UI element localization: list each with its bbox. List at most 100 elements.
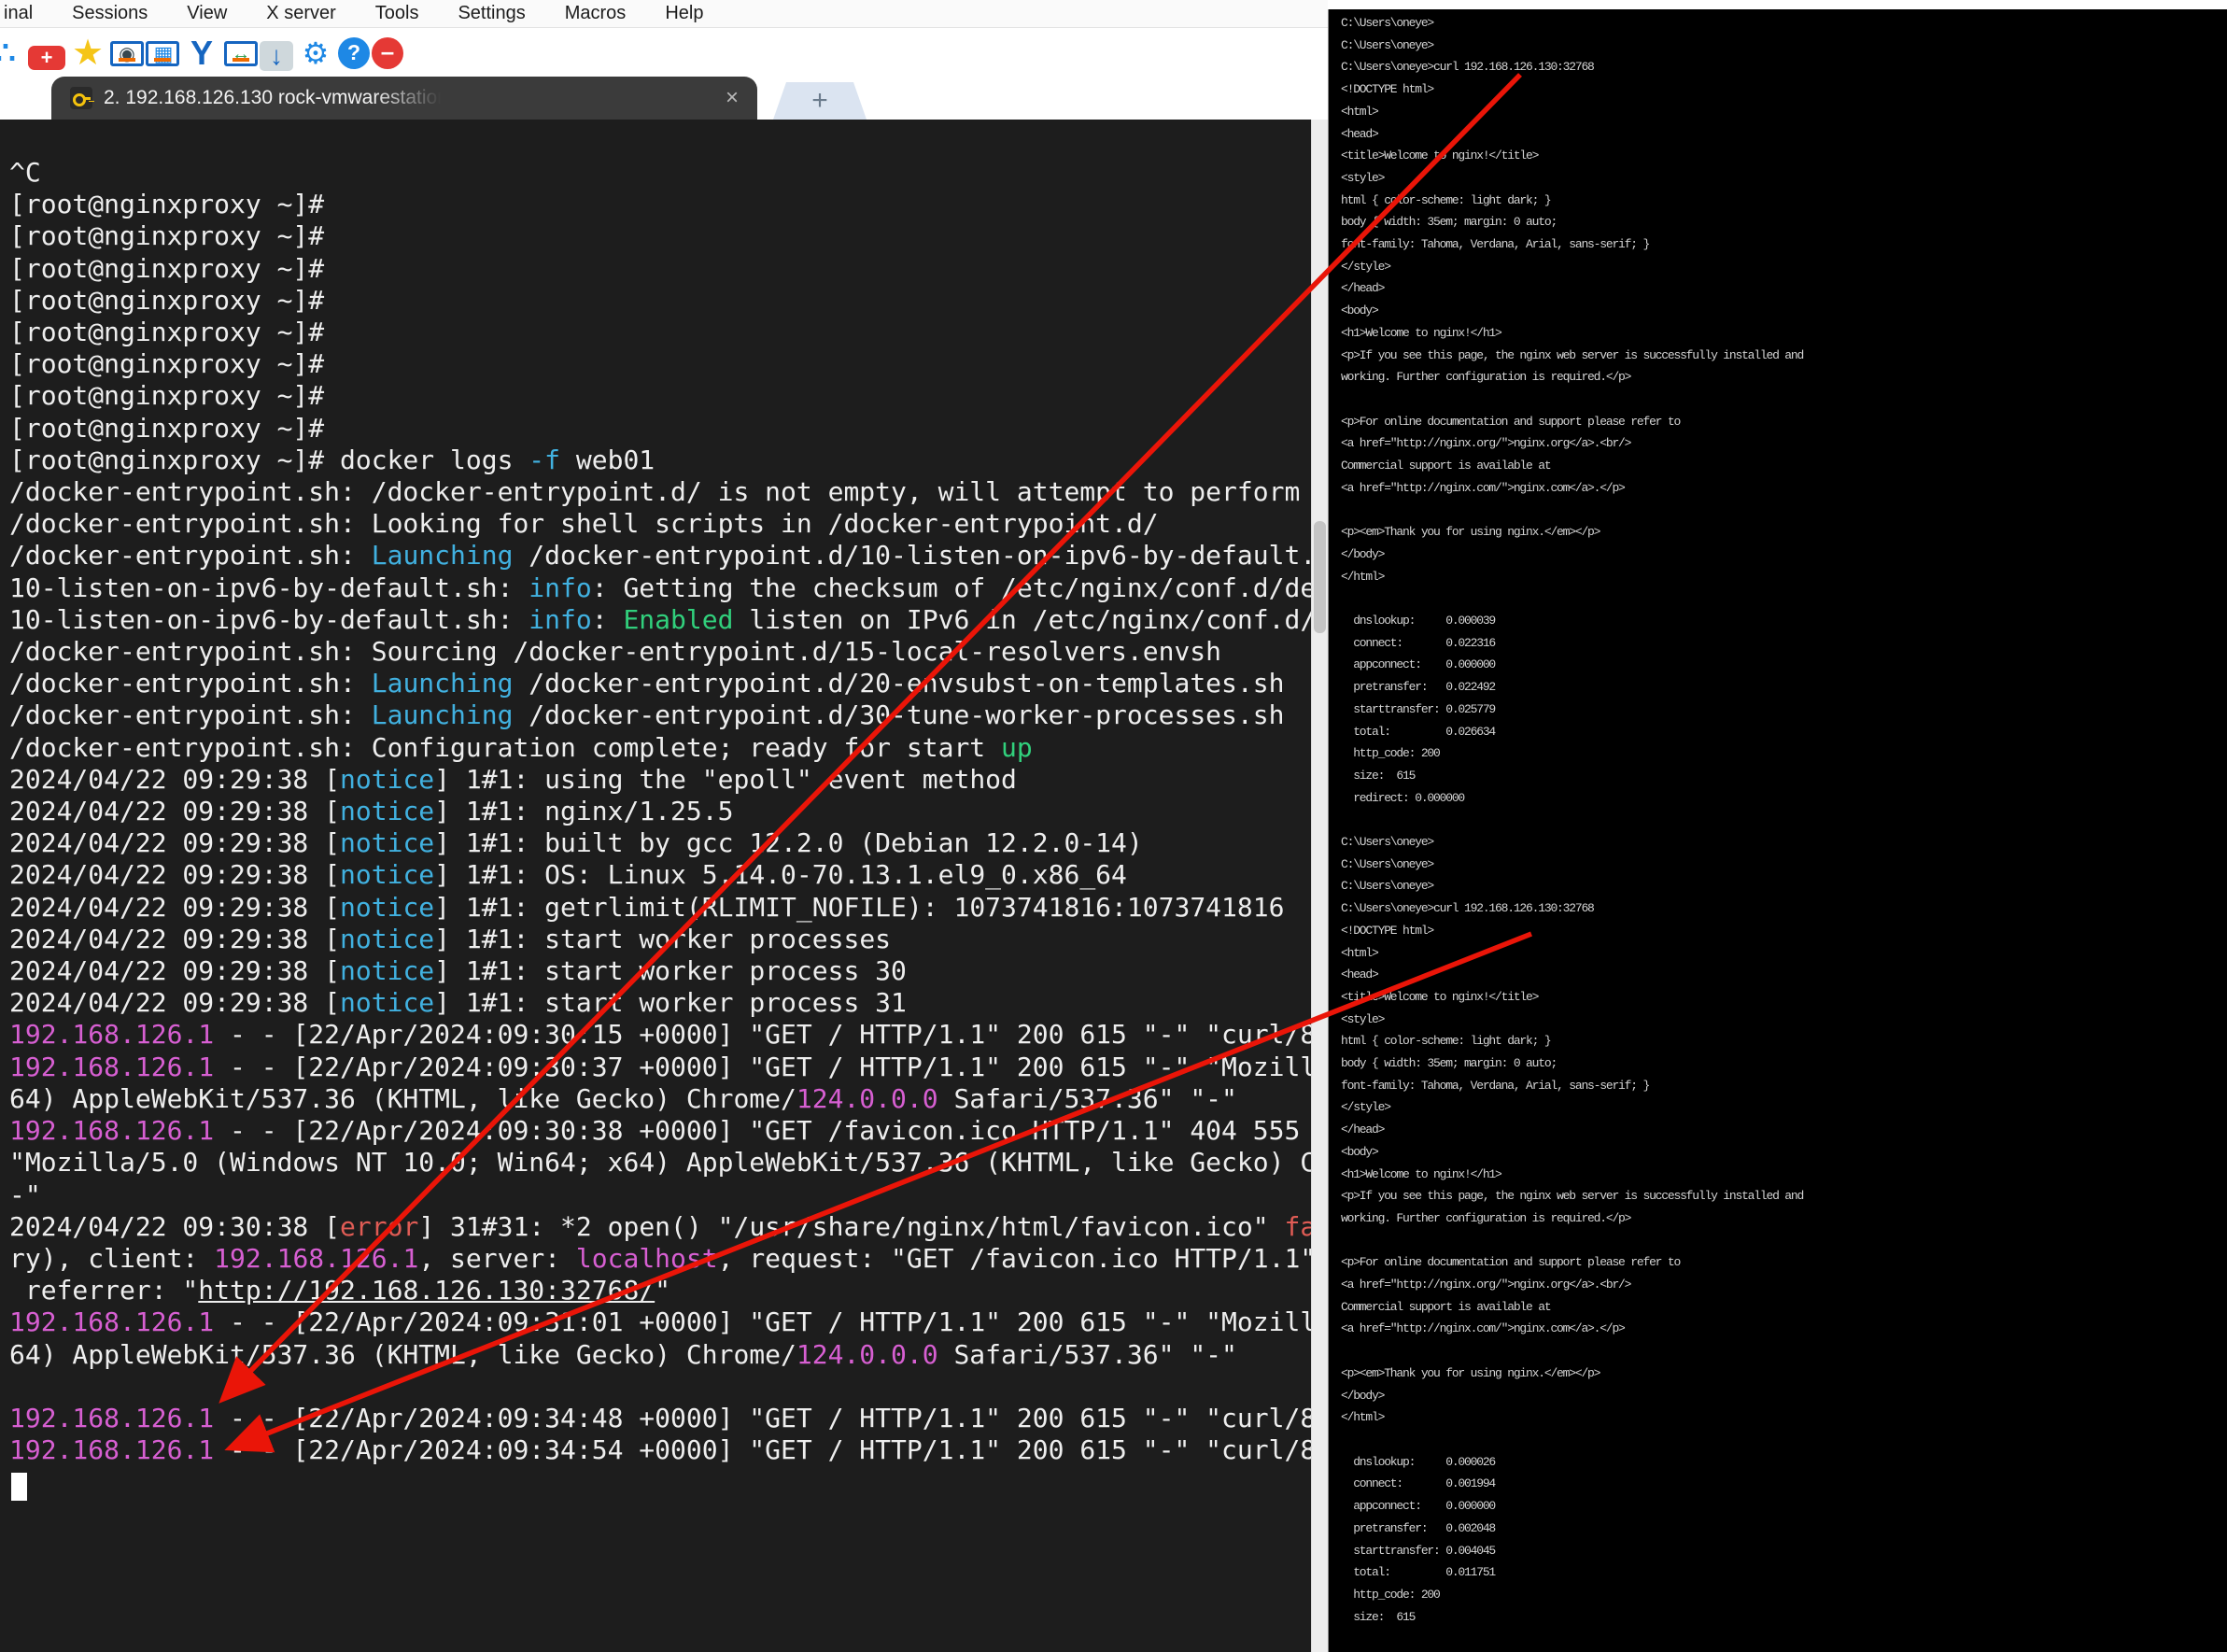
cmd-line: font-family: Tahoma, Verdana, Arial, san… — [1341, 237, 1650, 252]
help-icon[interactable]: ? — [338, 36, 370, 69]
terminal-line: /docker-entrypoint.sh: Launching /docker… — [9, 540, 1311, 572]
terminal-line: [root@nginxproxy ~]# docker logs -f web0… — [9, 444, 655, 475]
packages-icon[interactable]: ↓ — [260, 40, 293, 71]
cmd-line: <p>For online documentation and support … — [1341, 1255, 1681, 1270]
menu-item-sessions[interactable]: Sessions — [72, 3, 148, 24]
menu-item-view[interactable]: View — [187, 3, 227, 24]
cmd-line: starttransfer: 0.025779 — [1341, 701, 1496, 716]
cmd-line: <p>If you see this page, the nginx web s… — [1341, 1189, 1804, 1204]
terminal-line: /docker-entrypoint.sh: Launching /docker… — [9, 699, 1285, 731]
toolbar: ∴ + ★ ◉ ▦ Y ↔ ↓ ⚙? – — [0, 29, 1328, 77]
terminal-line: [root@nginxproxy ~]# — [9, 348, 325, 380]
exit-glyph: – — [380, 36, 395, 65]
terminal-line: /docker-entrypoint.sh: Looking for shell… — [9, 508, 1159, 540]
cmd-line: <p>If you see this page, the nginx web s… — [1341, 347, 1804, 362]
terminal-line: [root@nginxproxy ~]# — [9, 252, 325, 284]
cmd-line — [1341, 499, 2227, 521]
tunnel-icon[interactable]: Y — [181, 32, 222, 75]
multiexec-icon[interactable]: ▦ — [146, 41, 179, 66]
terminal-line: 64) AppleWebKit/537.36 (KHTML, like Geck… — [9, 1338, 1237, 1370]
terminal-line: ry), client: 192.168.126.1, server: loca… — [9, 1242, 1311, 1274]
terminal-line: 2024/04/22 09:29:38 [notice] 1#1: using … — [9, 763, 1017, 795]
cmd-line: </html> — [1341, 1410, 1385, 1425]
terminal-line: -" — [9, 1179, 41, 1210]
cmd-line: Commercial support is available at — [1341, 1299, 1552, 1314]
menu-item-settings[interactable]: Settings — [458, 3, 525, 24]
ssh-terminal-viewport[interactable]: ^C [root@nginxproxy ~]# [root@nginxproxy ~… — [0, 120, 1311, 1652]
tab-session-192-168-126-130[interactable]: 2. 192.168.126.130 rock-vmwarestation × — [51, 77, 757, 120]
terminal-line: 64) AppleWebKit/537.36 (KHTML, like Geck… — [9, 1082, 1237, 1114]
cmd-line: <p>For online documentation and support … — [1341, 414, 1681, 429]
cmd-line: working. Further configuration is requir… — [1341, 370, 1631, 385]
menu-item-help[interactable]: Help — [665, 3, 703, 24]
remote-desktop-icon[interactable]: ◉ — [110, 41, 144, 66]
menu-item-inal[interactable]: inal — [4, 3, 33, 24]
cmd-line: </style> — [1341, 259, 1391, 274]
cmd-line: <style> — [1341, 170, 1385, 185]
settings-glyph: ⚙ — [302, 35, 330, 70]
windows-cmd-window[interactable]: C:\Users\oneye> C:\Users\oneye> C:\Users\o… — [1328, 9, 2227, 1652]
menu-item-tools[interactable]: Tools — [375, 3, 419, 24]
terminal-line: 2024/04/22 09:29:38 [notice] 1#1: built … — [9, 827, 1143, 859]
sessions-glyph: ∴ — [0, 35, 16, 71]
tab-bar: 2. 192.168.126.130 rock-vmwarestation × … — [0, 77, 1328, 120]
cmd-line: <a href="http://nginx.com/">nginx.com</a… — [1341, 480, 1626, 495]
cmd-line: http_code: 200 — [1341, 1587, 1441, 1602]
terminal-line: 2024/04/22 09:29:38 [notice] 1#1: nginx/… — [9, 796, 734, 827]
cmd-line: working. Further configuration is requir… — [1341, 1210, 1631, 1225]
tab-close-icon[interactable]: × — [726, 85, 739, 111]
terminal-line: 192.168.126.1 - - [22/Apr/2024:09:34:54 … — [9, 1434, 1311, 1466]
terminal-line: 192.168.126.1 - - [22/Apr/2024:09:31:01 … — [9, 1306, 1311, 1338]
cmd-line: C:\Users\oneye> — [1341, 835, 1434, 850]
cmd-line: </style> — [1341, 1100, 1391, 1115]
cmd-line: <a href="http://nginx.org/">nginx.org</a… — [1341, 436, 1631, 451]
cmd-line: <body> — [1341, 1144, 1379, 1159]
cmd-line: dnslookup: 0.000039 — [1341, 613, 1496, 628]
terminal-line: 2024/04/22 09:29:38 [notice] 1#1: start … — [9, 923, 892, 954]
cmd-line: html { color-scheme: light dark; } — [1341, 1034, 1552, 1049]
exit-icon[interactable]: – — [372, 36, 403, 69]
menu-bar: inal Sessions View X server Tools Settings Mac… — [0, 0, 1328, 28]
terminal-cursor — [11, 1473, 27, 1501]
menu-item-x-server[interactable]: X server — [266, 3, 335, 24]
cmd-line: <h1>Welcome to nginx!</h1> — [1341, 325, 1502, 340]
tools-knife-icon[interactable]: + — [28, 45, 65, 70]
terminal-line: /docker-entrypoint.sh: Launching /docker… — [9, 668, 1285, 699]
xserver-icon[interactable]: ↔ — [224, 41, 258, 66]
tunnel-glyph: Y — [190, 33, 213, 72]
cmd-line: <title>Welcome to nginx!</title> — [1341, 989, 1539, 1004]
cmd-line: pretransfer: 0.002048 — [1341, 1520, 1496, 1535]
cmd-line: body { width: 35em; margin: 0 auto; — [1341, 215, 1557, 230]
menu-item-macros[interactable]: Macros — [565, 3, 627, 24]
cmd-line: <!DOCTYPE html> — [1341, 82, 1434, 97]
cmd-line — [1341, 388, 2227, 411]
terminal-line: 2024/04/22 09:29:38 [notice] 1#1: start … — [9, 987, 907, 1019]
cmd-line: Commercial support is available at — [1341, 459, 1552, 473]
terminal-line: [root@nginxproxy ~]# — [9, 284, 325, 316]
terminal-scrollbar-thumb[interactable] — [1314, 521, 1326, 633]
terminal-line: [root@nginxproxy ~]# — [9, 380, 325, 412]
cmd-line: </html> — [1341, 569, 1385, 584]
cmd-line: <html> — [1341, 104, 1379, 119]
terminal-line: 192.168.126.1 - - [22/Apr/2024:09:30:37 … — [9, 1051, 1311, 1082]
cmd-line: </head> — [1341, 281, 1385, 296]
help-glyph: ? — [346, 40, 361, 64]
terminal-line: 192.168.126.1 - - [22/Apr/2024:09:30:15 … — [9, 1019, 1311, 1051]
new-tab-button[interactable]: + — [773, 82, 867, 120]
sessions-icon[interactable]: ∴ — [0, 32, 26, 75]
cmd-line: C:\Users\oneye>curl 192.168.126.130:3276… — [1341, 60, 1595, 75]
terminal-scrollbar[interactable] — [1311, 120, 1328, 1652]
settings-icon[interactable]: ⚙ — [295, 32, 336, 75]
star-icon[interactable]: ★ — [67, 32, 108, 75]
cmd-line: C:\Users\oneye> — [1341, 879, 1434, 894]
terminal-line: 10-listen-on-ipv6-by-default.sh: info: G… — [9, 572, 1311, 603]
xserver-glyph: ↔ — [232, 43, 250, 64]
cmd-line — [1341, 1230, 2227, 1252]
cmd-line: C:\Users\oneye> — [1341, 16, 1434, 30]
cmd-line: body { width: 35em; margin: 0 auto; — [1341, 1056, 1557, 1071]
cmd-line: appconnect: 0.000000 — [1341, 657, 1496, 672]
cmd-line: total: 0.026634 — [1341, 724, 1496, 739]
cmd-line: <h1>Welcome to nginx!</h1> — [1341, 1166, 1502, 1181]
cmd-line: <html> — [1341, 945, 1379, 960]
